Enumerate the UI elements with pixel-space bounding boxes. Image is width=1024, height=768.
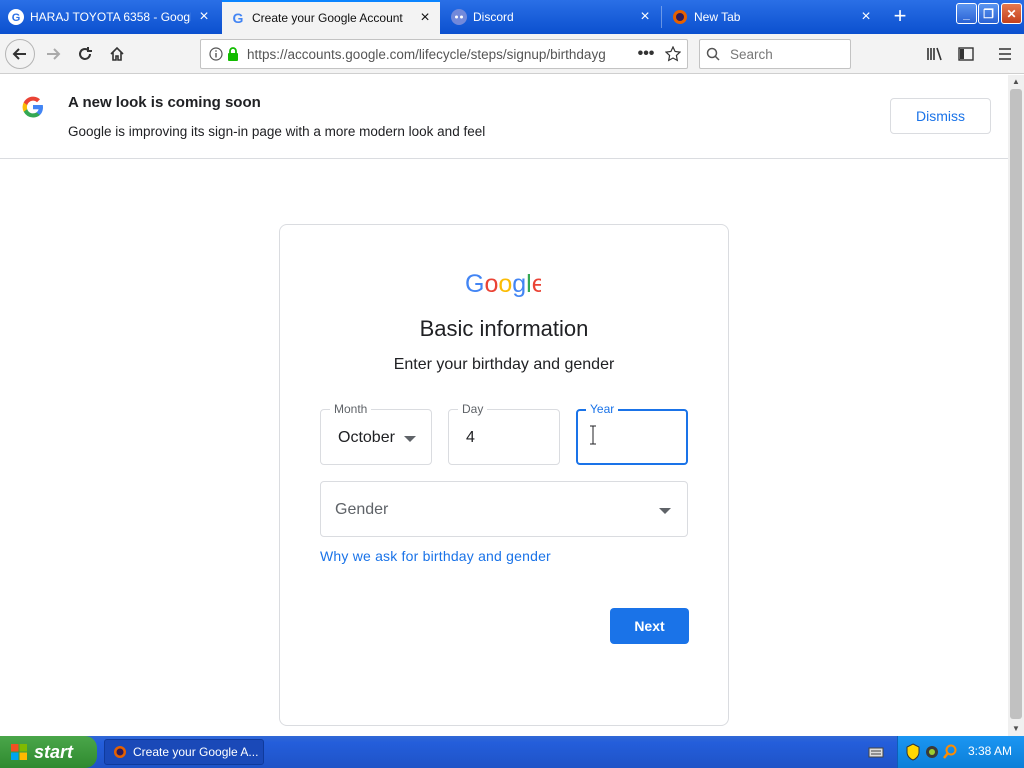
home-icon — [110, 46, 124, 61]
taskbar-item-label: Create your Google A... — [133, 745, 259, 759]
google-favicon-icon: G — [8, 9, 24, 25]
navigation-bar: https://accounts.google.com/lifecycle/st… — [0, 34, 1024, 74]
day-label: Day — [458, 402, 488, 416]
notice-banner: A new look is coming soon Google is impr… — [0, 75, 1008, 159]
tab-haraj[interactable]: G HARAJ TOYOTA 6358 - Google Se × — [0, 0, 219, 34]
tab-title: New Tab — [694, 10, 741, 24]
day-input[interactable]: Day 4 — [448, 402, 560, 465]
taskbar-item-firefox[interactable]: Create your Google A... — [104, 739, 264, 765]
banner-title: A new look is coming soon — [68, 94, 261, 111]
url-bar[interactable]: https://accounts.google.com/lifecycle/st… — [200, 39, 688, 69]
google-logo: Google — [465, 270, 546, 303]
tab-strip: G HARAJ TOYOTA 6358 - Google Se × G Crea… — [0, 0, 1024, 34]
keyboard-icon[interactable] — [868, 745, 884, 764]
windows-taskbar: start Create your Google A... 3:38 AM — [0, 736, 1024, 768]
svg-text:G: G — [12, 12, 21, 24]
tab-title: Discord — [473, 10, 514, 24]
close-window-button[interactable]: ✕ — [1001, 3, 1022, 24]
new-tab-button[interactable]: + — [888, 4, 912, 30]
month-select[interactable]: Month October — [320, 402, 432, 465]
forward-arrow-icon — [47, 48, 61, 60]
firefox-icon — [113, 745, 127, 759]
close-tab-icon[interactable]: × — [197, 9, 211, 25]
svg-text:G: G — [233, 10, 244, 26]
shield-icon[interactable] — [906, 743, 920, 766]
month-label: Month — [330, 402, 372, 416]
close-tab-icon[interactable]: × — [418, 10, 432, 26]
text-cursor-icon — [590, 425, 596, 445]
page-title: Basic information — [419, 316, 589, 341]
gender-select[interactable]: Gender — [320, 481, 688, 537]
chevron-down-icon — [404, 436, 416, 442]
reload-icon — [79, 47, 92, 60]
search-icon — [700, 47, 726, 61]
google-g-icon — [19, 93, 47, 126]
home-button[interactable] — [102, 39, 132, 69]
search-icon[interactable] — [942, 743, 958, 766]
why-we-ask-link[interactable]: Why we ask for birthday and gender — [320, 548, 551, 564]
signup-card: Google Basic information Enter your birt… — [279, 224, 729, 726]
library-icon — [927, 47, 942, 61]
page-subtitle: Enter your birthday and gender — [393, 356, 615, 373]
google-favicon-icon: G — [230, 10, 246, 26]
close-tab-icon[interactable]: × — [638, 9, 652, 25]
menu-button[interactable] — [990, 39, 1020, 69]
month-value: October — [338, 429, 395, 446]
network-icon[interactable] — [924, 743, 940, 766]
back-button[interactable] — [5, 39, 35, 69]
day-value: 4 — [466, 429, 475, 446]
hamburger-menu-icon — [999, 48, 1011, 60]
discord-icon — [451, 9, 467, 25]
tab-title: HARAJ TOYOTA 6358 - Google Se — [30, 10, 191, 24]
lock-icon — [227, 47, 243, 61]
back-arrow-icon — [12, 48, 26, 60]
minimize-button[interactable]: _ — [956, 3, 977, 24]
scroll-up-icon[interactable]: ▲ — [1008, 75, 1024, 89]
firefox-icon — [672, 9, 688, 25]
gender-placeholder: Gender — [335, 501, 389, 518]
sidebar-toggle-button[interactable] — [951, 39, 981, 69]
page-actions-icon[interactable]: ••• — [633, 45, 659, 63]
system-clock: 3:38 AM — [968, 744, 1013, 758]
bookmark-star-icon[interactable] — [659, 46, 687, 62]
windows-logo-icon — [10, 743, 28, 761]
scroll-down-icon[interactable]: ▼ — [1008, 722, 1024, 736]
chevron-down-icon — [659, 508, 671, 514]
tab-discord[interactable]: Discord × — [443, 0, 660, 34]
scrollbar-thumb[interactable] — [1010, 89, 1022, 719]
page-scrollbar[interactable]: ▲ ▼ — [1008, 75, 1024, 736]
year-input[interactable]: Year — [576, 402, 688, 465]
start-button[interactable]: start — [0, 736, 97, 768]
start-label: start — [34, 741, 74, 762]
forward-button[interactable] — [38, 39, 68, 69]
url-text: https://accounts.google.com/lifecycle/st… — [247, 46, 606, 62]
search-bar[interactable]: Search — [699, 39, 851, 69]
reload-button[interactable] — [70, 39, 100, 69]
tab-create-account[interactable]: G Create your Google Account × — [222, 0, 440, 34]
year-label: Year — [586, 402, 619, 416]
dismiss-button[interactable]: Dismiss — [890, 98, 991, 134]
library-button[interactable] — [920, 39, 950, 69]
close-tab-icon[interactable]: × — [859, 9, 873, 25]
search-input[interactable]: Search — [730, 47, 773, 62]
maximize-button[interactable]: ❐ — [978, 3, 999, 24]
info-icon[interactable] — [209, 47, 227, 61]
svg-text:Google: Google — [465, 270, 541, 298]
sidebar-icon — [958, 47, 974, 61]
tab-title: Create your Google Account — [252, 11, 403, 25]
system-tray: 3:38 AM — [897, 736, 1024, 768]
next-button[interactable]: Next — [610, 608, 689, 644]
banner-subtitle: Google is improving its sign-in page wit… — [68, 124, 486, 139]
tab-new-tab[interactable]: New Tab × — [664, 0, 881, 34]
